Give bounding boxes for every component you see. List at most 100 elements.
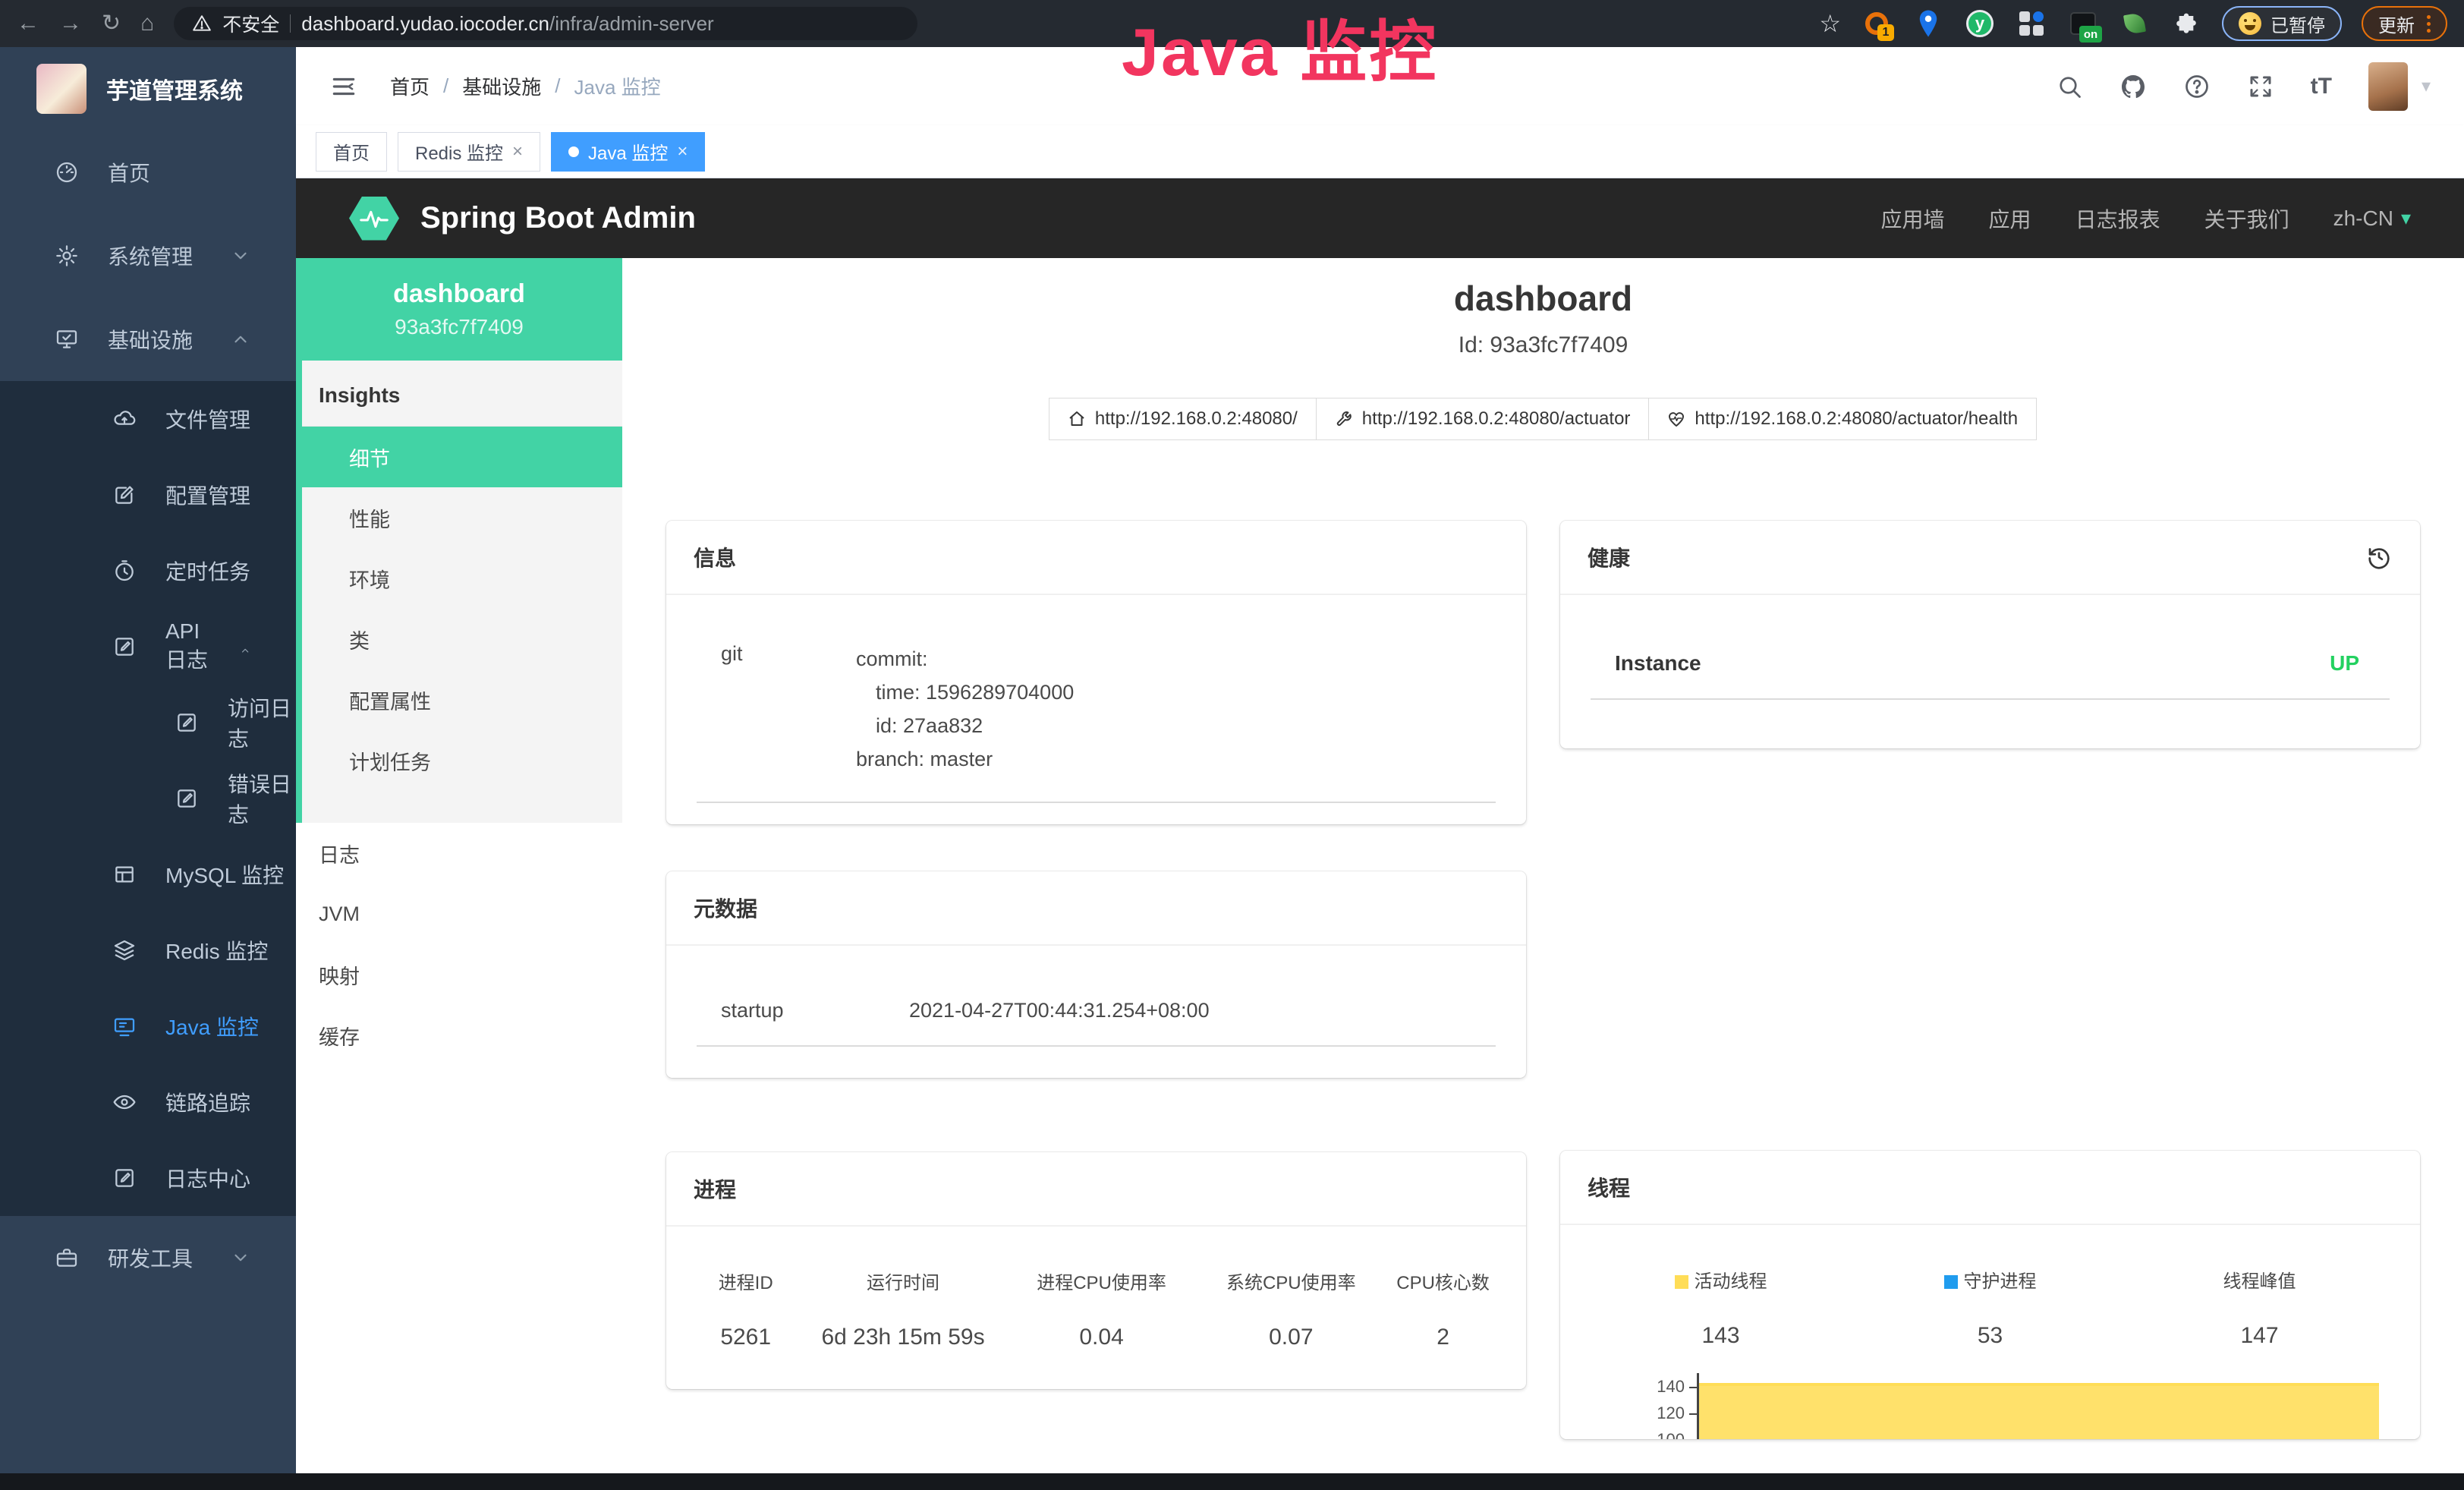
blue-swatch-icon: [1944, 1275, 1958, 1289]
peak-threads-value: 147: [2125, 1323, 2394, 1349]
sba-item-classes[interactable]: 类: [302, 609, 622, 669]
sidebar-item-dev-tools[interactable]: 研发工具: [0, 1216, 296, 1299]
browser-update-button[interactable]: 更新: [2362, 6, 2447, 41]
sidebar-item-label: 系统管理: [108, 241, 193, 271]
sba-instance-header[interactable]: dashboard 93a3fc7f7409: [296, 258, 622, 361]
sidebar-item-tracing[interactable]: 链路追踪: [0, 1064, 296, 1140]
layers-icon: [112, 938, 137, 962]
sidebar-item-redis-monitor[interactable]: Redis 监控: [0, 912, 296, 988]
info-card: 信息 git commit: time: 1596289704000 id: 2…: [666, 521, 1526, 824]
sba-item-config-props[interactable]: 配置属性: [302, 669, 622, 730]
actuator-url-label: http://192.168.0.2:48080/actuator: [1362, 408, 1631, 430]
sidebar-item-access-logs[interactable]: 访问日志: [0, 685, 296, 761]
sba-logo-icon[interactable]: [349, 197, 399, 241]
sba-insights-group: Insights 细节 性能 环境 类 配置属性 计划任务: [296, 361, 622, 823]
threads-area-chart: 140 120 100: [1586, 1373, 2394, 1439]
github-icon[interactable]: [2119, 73, 2147, 100]
service-url-label: http://192.168.0.2:48080/: [1095, 408, 1298, 430]
git-time-line: time: 1596289704000: [856, 676, 1074, 709]
metadata-card-title: 元数据: [666, 871, 1526, 946]
app-logo-row[interactable]: 芋道管理系统: [0, 47, 296, 131]
tab-close-icon[interactable]: ×: [677, 141, 688, 162]
sidebar-item-api-logs[interactable]: API 日志: [0, 609, 296, 685]
sidebar-item-label: 研发工具: [108, 1243, 193, 1273]
sba-item-metrics[interactable]: 性能: [302, 487, 622, 548]
breadcrumb: 首页 / 基础设施 / Java 监控: [390, 72, 661, 100]
help-icon[interactable]: [2183, 73, 2211, 100]
language-caret-icon[interactable]: ▾: [2401, 206, 2411, 230]
sidebar-item-infrastructure[interactable]: 基础设施: [0, 298, 296, 381]
user-caret-icon[interactable]: ▾: [2422, 75, 2431, 97]
browser-back-icon[interactable]: ←: [17, 12, 39, 35]
process-card-title: 进程: [666, 1152, 1526, 1227]
hamburger-icon[interactable]: [329, 72, 358, 101]
sidebar-item-home[interactable]: 首页: [0, 131, 296, 214]
sidebar-item-error-logs[interactable]: 错误日志: [0, 761, 296, 836]
extension-pin-icon[interactable]: [1912, 8, 1944, 39]
sba-item-caches[interactable]: 缓存: [296, 1005, 622, 1066]
sba-item-environment[interactable]: 环境: [302, 548, 622, 609]
paused-extension-pill[interactable]: 已暂停: [2222, 6, 2342, 41]
breadcrumb-separator: /: [443, 74, 448, 98]
browser-reload-icon[interactable]: ↻: [102, 12, 121, 35]
browser-forward-icon[interactable]: →: [59, 12, 82, 35]
extension-y-icon[interactable]: y: [1964, 8, 1996, 39]
heartbeat-icon: [1667, 410, 1685, 428]
sidebar-item-file-mgmt[interactable]: 文件管理: [0, 381, 296, 457]
git-branch-line: branch: master: [856, 742, 1074, 776]
threads-legend: 活动线程 守护进程 线程峰值: [1586, 1266, 2394, 1293]
history-icon[interactable]: [2365, 543, 2393, 571]
paused-label: 已暂停: [2270, 11, 2325, 37]
sba-nav-journal[interactable]: 日志报表: [2075, 203, 2160, 234]
live-threads-value: 143: [1586, 1323, 1855, 1349]
puzzle-icon: [2174, 11, 2198, 36]
sidebar-item-config-mgmt[interactable]: 配置管理: [0, 457, 296, 533]
sba-nav-about[interactable]: 关于我们: [2204, 203, 2289, 234]
sidebar-item-scheduled-jobs[interactable]: 定时任务: [0, 533, 296, 609]
sba-item-logs[interactable]: 日志: [296, 823, 622, 884]
sba-item-jvm[interactable]: JVM: [296, 884, 622, 944]
search-icon[interactable]: [2056, 73, 2083, 100]
process-uptime-value: 6d 23h 15m 59s: [799, 1325, 1006, 1350]
sba-item-details[interactable]: 细节: [296, 427, 622, 487]
breadcrumb-home[interactable]: 首页: [390, 72, 430, 100]
sidebar-item-mysql-monitor[interactable]: MySQL 监控: [0, 836, 296, 912]
health-url-label: http://192.168.0.2:48080/actuator/health: [1695, 408, 2018, 430]
extension-orange-icon[interactable]: 1: [1861, 8, 1893, 39]
extension-leaf-icon[interactable]: [2119, 8, 2151, 39]
bookmark-star-icon[interactable]: ☆: [1819, 9, 1841, 38]
sba-nav-wallboard[interactable]: 应用墙: [1881, 203, 1945, 234]
actuator-url-button[interactable]: http://192.168.0.2:48080/actuator: [1316, 398, 1650, 440]
tab-java-monitor[interactable]: Java 监控 ×: [551, 132, 705, 172]
breadcrumb-infrastructure[interactable]: 基础设施: [462, 72, 541, 100]
user-avatar[interactable]: [2368, 62, 2408, 111]
sba-nav-applications[interactable]: 应用: [1989, 203, 2031, 234]
extension-grid-icon[interactable]: [2016, 8, 2047, 39]
extension-on-icon[interactable]: on: [2067, 8, 2099, 39]
browser-home-icon[interactable]: ⌂: [140, 12, 154, 35]
service-url-button[interactable]: http://192.168.0.2:48080/: [1049, 398, 1317, 440]
sidebar-item-java-monitor[interactable]: Java 监控: [0, 988, 296, 1064]
threads-card: 线程 活动线程 守护进程 线程峰值 143 53: [1560, 1151, 2420, 1439]
sba-brand-title[interactable]: Spring Boot Admin: [420, 201, 696, 235]
tab-home[interactable]: 首页: [316, 132, 387, 172]
font-size-icon[interactable]: tT: [2311, 74, 2332, 99]
sba-language-label[interactable]: zh-CN: [2333, 206, 2393, 231]
tab-redis-monitor[interactable]: Redis 监控 ×: [398, 132, 540, 172]
tab-close-icon[interactable]: ×: [512, 141, 523, 162]
sba-item-mappings[interactable]: 映射: [296, 944, 622, 1005]
fullscreen-icon[interactable]: [2247, 73, 2274, 100]
breadcrumb-current: Java 监控: [574, 72, 661, 100]
process-pid-value: 5261: [692, 1325, 799, 1350]
cloud-upload-icon: [112, 407, 137, 431]
app-title: 芋道管理系统: [106, 72, 243, 106]
sidebar-item-system-mgmt[interactable]: 系统管理: [0, 214, 296, 298]
sba-item-scheduled-tasks[interactable]: 计划任务: [302, 730, 622, 791]
browser-menu-icon[interactable]: [2427, 15, 2431, 33]
extensions-puzzle-icon[interactable]: [2170, 8, 2202, 39]
log-edit-icon: [112, 1166, 137, 1190]
address-bar[interactable]: 不安全 dashboard.yudao.iocoder.cn/infra/adm…: [174, 7, 917, 40]
annotation-java-monitor: Java 监控: [1122, 0, 1438, 95]
sidebar-item-log-center[interactable]: 日志中心: [0, 1140, 296, 1216]
health-url-button[interactable]: http://192.168.0.2:48080/actuator/health: [1648, 398, 2037, 440]
